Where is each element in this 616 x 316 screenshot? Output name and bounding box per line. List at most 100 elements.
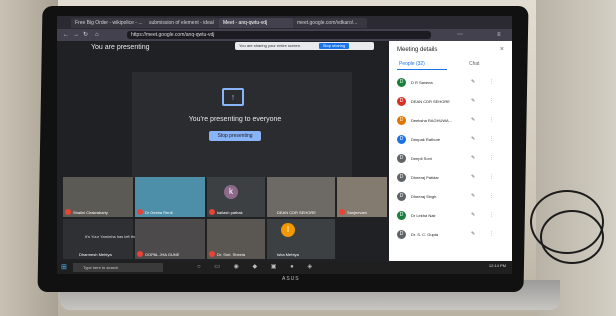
pin-icon[interactable]: ✎ (471, 98, 475, 104)
panel-title: Meeting details (397, 47, 438, 53)
browser-tab-meet[interactable]: Meet - anq-qwtu-vdj (219, 18, 293, 28)
participant-name: Sanjeevani (347, 210, 367, 215)
extensions-icon[interactable]: ⋯ (457, 31, 463, 39)
pin-icon[interactable]: ✎ (471, 155, 475, 161)
avatar: D (397, 135, 406, 144)
home-icon[interactable]: ⌂ (95, 31, 99, 39)
avatar: D (397, 97, 406, 106)
person-name: Dheeraj Singh (411, 194, 437, 199)
pin-icon[interactable]: ✎ (471, 212, 475, 218)
more-options-icon[interactable]: ⋮ (489, 231, 494, 237)
avatar: D (397, 173, 406, 182)
present-screen-icon: ↑ (222, 88, 244, 106)
tab-people[interactable]: People (32) (399, 61, 425, 67)
pin-icon[interactable]: ✎ (471, 117, 475, 123)
forward-icon[interactable]: → (73, 31, 79, 39)
list-item[interactable]: D Dheeraj Singh ✎ ⋮ (397, 191, 507, 203)
person-name: Dr. S. C. Gupta (411, 232, 439, 237)
close-icon[interactable]: × (500, 46, 504, 53)
mic-off-icon (137, 209, 143, 215)
more-options-icon[interactable]: ⋮ (489, 136, 494, 142)
mic-off-icon (209, 251, 215, 257)
participant-tile[interactable]: Shalini Chakrabarty (63, 177, 133, 217)
avatar: I (281, 223, 295, 237)
pin-icon[interactable]: ✎ (471, 174, 475, 180)
stop-presenting-button[interactable]: Stop presenting (209, 131, 261, 141)
browser-tab-1[interactable]: Free Big Order - wikipolice - ... (71, 18, 145, 28)
participant-name: Dr Deeba Renti (145, 210, 173, 215)
you-are-presenting-label: You are presenting (91, 44, 150, 51)
laptop-screen: Free Big Order - wikipolice - ... submis… (57, 16, 512, 274)
list-item[interactable]: D DEAN CDR SEHORE ✎ ⋮ (397, 96, 507, 108)
browser-tab-2[interactable]: submission of element - ideal (145, 18, 219, 28)
participant-name: kailash pathak (217, 210, 243, 215)
windows-taskbar: ⊞ Type here to search ○ ▭ ◉ ◆ ▣ ● ◈ 12:1… (57, 261, 512, 274)
address-bar[interactable]: https://meet.google.com/anq-qwtu-vdj (127, 31, 431, 39)
browser-tab-4[interactable]: meet.google.com/vdkaro/... (293, 18, 367, 28)
person-name: D R Saxena (411, 80, 433, 85)
mic-off-icon (209, 209, 215, 215)
participant-tile[interactable]: k kailash pathak (207, 177, 265, 217)
list-item[interactable]: D Dheeraj Patidar ✎ ⋮ (397, 172, 507, 184)
participant-tile[interactable]: I Isha Mehtya (267, 219, 335, 259)
participant-tile[interactable]: Dharmesh Mehtya (63, 219, 133, 259)
pin-icon[interactable]: ✎ (471, 136, 475, 142)
mic-off-icon (339, 209, 345, 215)
taskbar-search-input[interactable]: Type here to search (73, 263, 163, 272)
avatar: D (397, 230, 406, 239)
more-options-icon[interactable]: ⋮ (489, 155, 494, 161)
avatar: D (397, 78, 406, 87)
list-item[interactable]: D Deepti Soni ✎ ⋮ (397, 153, 507, 165)
list-item[interactable]: D Deeksha RAGHUWA... ✎ ⋮ (397, 115, 507, 127)
pin-icon[interactable]: ✎ (471, 231, 475, 237)
tab-indicator (397, 69, 447, 70)
participant-tile[interactable]: Sanjeevani (337, 177, 387, 217)
presenting-message: You're presenting to everyone (188, 116, 282, 123)
list-item[interactable]: D Dr. S. C. Gupta ✎ ⋮ (397, 229, 507, 241)
meeting-details-panel: Meeting details × People (32) Chat D D R… (389, 41, 512, 261)
stop-sharing-button[interactable]: Stop sharing (319, 43, 349, 49)
reload-icon[interactable]: ↻ (83, 31, 88, 39)
participant-tile[interactable]: Dr Deeba Renti (135, 177, 205, 217)
cable-loop-2 (540, 210, 604, 264)
list-item[interactable]: D Dr Lekha Nair ✎ ⋮ (397, 210, 507, 222)
menu-icon[interactable]: ≡ (497, 31, 501, 39)
pin-icon[interactable]: ✎ (471, 193, 475, 199)
room-right-edge (536, 0, 616, 316)
more-options-icon[interactable]: ⋮ (489, 193, 494, 199)
taskbar-app-icons[interactable]: ○ ▭ ◉ ◆ ▣ ● ◈ (197, 263, 318, 270)
person-name: DEAN CDR SEHORE (411, 99, 450, 104)
list-item[interactable]: D D R Saxena ✎ ⋮ (397, 77, 507, 89)
participant-name: GOPAL JHA GUNE (145, 252, 180, 257)
mic-off-icon (65, 209, 71, 215)
more-options-icon[interactable]: ⋮ (489, 212, 494, 218)
participant-tile[interactable]: GOPAL JHA GUNE (135, 219, 205, 259)
avatar: D (397, 211, 406, 220)
taskbar-clock: 12:14 PM (488, 263, 506, 268)
participant-name: Dharmesh Mehtya (79, 252, 112, 257)
more-options-icon[interactable]: ⋮ (489, 174, 494, 180)
back-icon[interactable]: ← (63, 31, 69, 39)
browser-tabbar: Free Big Order - wikipolice - ... submis… (57, 16, 512, 29)
participant-tile[interactable]: Dr. Smt. Sheela (207, 219, 265, 259)
browser-toolbar: ← → ↻ ⌂ https://meet.google.com/anq-qwtu… (57, 29, 512, 41)
avatar: D (397, 192, 406, 201)
laptop-brand-logo: ASUS (282, 276, 300, 282)
avatar: D (397, 154, 406, 163)
more-options-icon[interactable]: ⋮ (489, 98, 494, 104)
windows-start-icon[interactable]: ⊞ (61, 264, 68, 271)
participant-name: DEAN CDR SEHORE (277, 210, 316, 215)
more-options-icon[interactable]: ⋮ (489, 117, 494, 123)
share-banner: You are sharing your entire screen. (235, 42, 374, 50)
list-item[interactable]: D Deepak Rathore ✎ ⋮ (397, 134, 507, 146)
tab-chat[interactable]: Chat (469, 61, 480, 67)
participant-name: Shalini Chakrabarty (73, 210, 108, 215)
avatar: k (224, 185, 238, 199)
more-options-icon[interactable]: ⋮ (489, 79, 494, 85)
person-name: Deepti Soni (411, 156, 432, 161)
person-name: Dheeraj Patidar (411, 175, 439, 180)
pin-icon[interactable]: ✎ (471, 79, 475, 85)
participant-tile[interactable]: DEAN CDR SEHORE (267, 177, 335, 217)
mic-off-icon (137, 251, 143, 257)
avatar: D (397, 116, 406, 125)
